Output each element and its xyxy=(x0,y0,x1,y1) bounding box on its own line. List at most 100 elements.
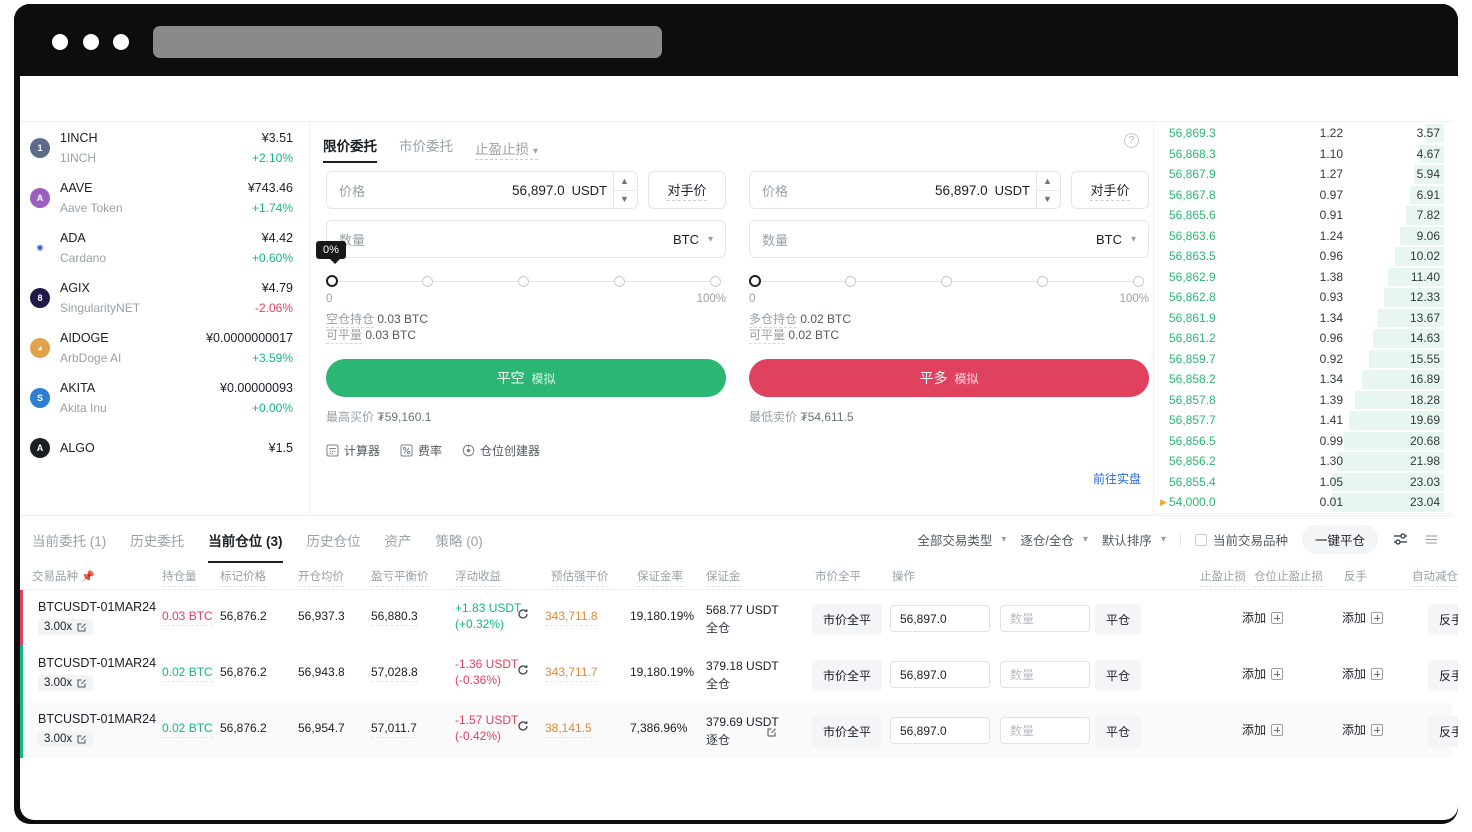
reverse-position-button[interactable]: 反手 xyxy=(1428,604,1458,635)
close-qty-input[interactable]: 数量 xyxy=(1000,605,1090,632)
reverse-position-button[interactable]: 反手 xyxy=(1428,660,1458,691)
price-stepper-long[interactable]: ▲ ▼ xyxy=(1036,172,1058,208)
edit-icon[interactable] xyxy=(76,734,87,745)
order-type-tab[interactable]: 市价委托 xyxy=(399,135,453,163)
order-book-row[interactable]: 56,855.41.0523.03 xyxy=(1155,472,1452,493)
position-tpsl-add-button[interactable]: 添加 xyxy=(1342,721,1383,738)
go-live-link[interactable]: 前往实盘 xyxy=(1093,470,1141,487)
pin-icon[interactable]: 📌 xyxy=(81,571,95,583)
coin-list-item[interactable]: 8AGIXSingularityNET¥4.79-2.06% xyxy=(20,273,309,323)
order-book-row[interactable]: ▶54,000.00.0123.04 xyxy=(1155,492,1452,513)
coin-list-item[interactable]: ◕AIDOGEArbDoge AI¥0.0000000017+3.59% xyxy=(20,323,309,373)
position-tpsl-add-button[interactable]: 添加 xyxy=(1342,665,1383,682)
order-book-row[interactable]: 56,857.71.4119.69 xyxy=(1155,410,1452,431)
order-book-row[interactable]: 56,862.80.9312.33 xyxy=(1155,287,1452,308)
fee-rate-tool[interactable]: 费率 xyxy=(400,442,442,459)
order-book-row[interactable]: 56,863.61.249.06 xyxy=(1155,226,1452,247)
qty-input-short[interactable]: 数量 BTC ▾ xyxy=(326,220,726,258)
slider-tick-75[interactable] xyxy=(1037,276,1048,287)
stepper-down-icon[interactable]: ▼ xyxy=(614,191,635,209)
coin-list-item[interactable]: AAAVEAave Token¥743.46+1.74% xyxy=(20,173,309,223)
slider-knob[interactable] xyxy=(749,275,761,287)
close-price-input[interactable]: 56,897.0 xyxy=(890,717,990,744)
trade-type-filter[interactable]: 全部交易类型 ▾ xyxy=(917,530,1006,549)
current-symbol-checkbox-wrap[interactable]: 当前交易品种 xyxy=(1195,530,1288,549)
coin-list[interactable]: 11INCH1INCH¥3.51+2.10%AAAVEAave Token¥74… xyxy=(20,123,310,514)
opposite-price-button-long[interactable]: 对手价 xyxy=(1071,171,1149,209)
order-book-row[interactable]: 56,858.21.3416.89 xyxy=(1155,369,1452,390)
market-close-all-button[interactable]: 市价全平 xyxy=(812,660,882,691)
reverse-position-button[interactable]: 反手 xyxy=(1428,716,1458,747)
close-price-input[interactable]: 56,897.0 xyxy=(890,605,990,632)
price-input-long[interactable]: 价格 56,897.0 USDT ▲ ▼ xyxy=(749,171,1061,209)
window-close-dot[interactable] xyxy=(52,34,68,50)
order-book-row[interactable]: 56,856.21.3021.98 xyxy=(1155,451,1452,472)
coin-list-item[interactable]: ✺ADACardano¥4.42+0.60% xyxy=(20,223,309,273)
column-header[interactable]: 自动减仓 xyxy=(1412,568,1458,587)
slider-tick-25[interactable] xyxy=(845,276,856,287)
order-book-row[interactable]: 56,865.60.917.82 xyxy=(1155,205,1452,226)
column-header[interactable]: 标记价格 xyxy=(220,568,266,587)
market-close-all-button[interactable]: 市价全平 xyxy=(812,604,882,635)
order-book-asks[interactable]: 56,869.31.223.5756,868.31.104.6756,867.9… xyxy=(1155,123,1452,514)
slider-tick-100[interactable] xyxy=(710,276,721,287)
positions-tab[interactable]: 历史委托 xyxy=(130,516,184,563)
slider-tick-50[interactable] xyxy=(518,276,529,287)
column-header[interactable]: 反手 xyxy=(1344,568,1367,584)
position-tpsl-add-button[interactable]: 添加 xyxy=(1342,609,1383,626)
coin-list-item[interactable]: 11INCH1INCH¥3.51+2.10% xyxy=(20,123,309,173)
close-position-button[interactable]: 平仓 xyxy=(1095,660,1141,691)
order-book-row[interactable]: 56,857.81.3918.28 xyxy=(1155,390,1452,411)
column-header[interactable]: 保证金率 xyxy=(637,568,683,587)
qty-input-long[interactable]: 数量 BTC ▾ xyxy=(749,220,1149,258)
close-all-button[interactable]: 一键平仓 xyxy=(1302,525,1378,554)
positions-tab[interactable]: 当前仓位 (3) xyxy=(208,516,282,563)
qty-unit-select-long[interactable]: BTC ▾ xyxy=(1096,232,1146,247)
positions-tab[interactable]: 历史仓位 xyxy=(307,516,361,563)
positions-tabs[interactable]: 当前委托 (1)历史委托当前仓位 (3)历史仓位资产策略 (0) xyxy=(20,516,483,563)
edit-icon[interactable] xyxy=(76,622,87,633)
refresh-pnl-icon[interactable] xyxy=(517,664,529,679)
leverage-badge[interactable]: 3.00x xyxy=(38,731,93,747)
close-long-button[interactable]: 平多 模拟 xyxy=(749,359,1149,397)
column-header[interactable]: 盈亏平衡价 xyxy=(371,568,429,587)
price-stepper-short[interactable]: ▲ ▼ xyxy=(613,172,635,208)
edit-margin-icon[interactable] xyxy=(766,725,777,736)
calculator-tool[interactable]: 计算器 xyxy=(326,442,380,459)
slider-tick-75[interactable] xyxy=(614,276,625,287)
close-qty-input[interactable]: 数量 xyxy=(1000,717,1090,744)
column-header[interactable]: 持仓量 xyxy=(162,568,197,587)
tpsl-add-button[interactable]: 添加 xyxy=(1242,721,1283,738)
column-header[interactable]: 交易品种 📌 xyxy=(32,568,95,584)
window-minimize-dot[interactable] xyxy=(83,34,99,50)
sort-filter[interactable]: 默认排序 ▾ xyxy=(1102,530,1166,549)
tpsl-add-button[interactable]: 添加 xyxy=(1242,609,1283,626)
close-position-button[interactable]: 平仓 xyxy=(1095,716,1141,747)
order-book-row[interactable]: 56,861.91.3413.67 xyxy=(1155,308,1452,329)
close-position-button[interactable]: 平仓 xyxy=(1095,604,1141,635)
market-close-all-button[interactable]: 市价全平 xyxy=(812,716,882,747)
stepper-down-icon[interactable]: ▼ xyxy=(1037,191,1058,209)
leverage-badge[interactable]: 3.00x xyxy=(38,619,93,635)
order-type-tabs[interactable]: 限价委托市价委托止盈止损▾ xyxy=(323,133,538,165)
tpsl-add-button[interactable]: 添加 xyxy=(1242,665,1283,682)
current-symbol-checkbox[interactable] xyxy=(1195,534,1207,546)
stepper-up-icon[interactable]: ▲ xyxy=(614,172,635,191)
position-builder-tool[interactable]: 仓位创建器 xyxy=(462,442,540,459)
help-icon[interactable]: ? xyxy=(1124,133,1139,148)
table-row[interactable]: BTCUSDT-01MAR243.00x0.03 BTC56,876.256,9… xyxy=(20,590,1452,646)
window-maximize-dot[interactable] xyxy=(113,34,129,50)
order-book-row[interactable]: 51,000.010.0033.04 xyxy=(1155,513,1452,515)
column-header[interactable]: 预估强平价 xyxy=(551,568,609,587)
leverage-badge[interactable]: 3.00x xyxy=(38,675,93,691)
order-book-row[interactable]: 56,856.50.9920.68 xyxy=(1155,431,1452,452)
order-book-row[interactable]: 56,867.80.976.91 xyxy=(1155,185,1452,206)
column-header[interactable]: 浮动收益 xyxy=(455,568,501,587)
address-bar[interactable] xyxy=(153,26,662,58)
slider-tick-100[interactable] xyxy=(1133,276,1144,287)
column-header[interactable]: 仓位止盈止损 xyxy=(1254,568,1323,587)
slider-tick-25[interactable] xyxy=(422,276,433,287)
order-book-row[interactable]: 56,863.50.9610.02 xyxy=(1155,246,1452,267)
close-price-input[interactable]: 56,897.0 xyxy=(890,661,990,688)
positions-tab[interactable]: 资产 xyxy=(385,516,412,563)
